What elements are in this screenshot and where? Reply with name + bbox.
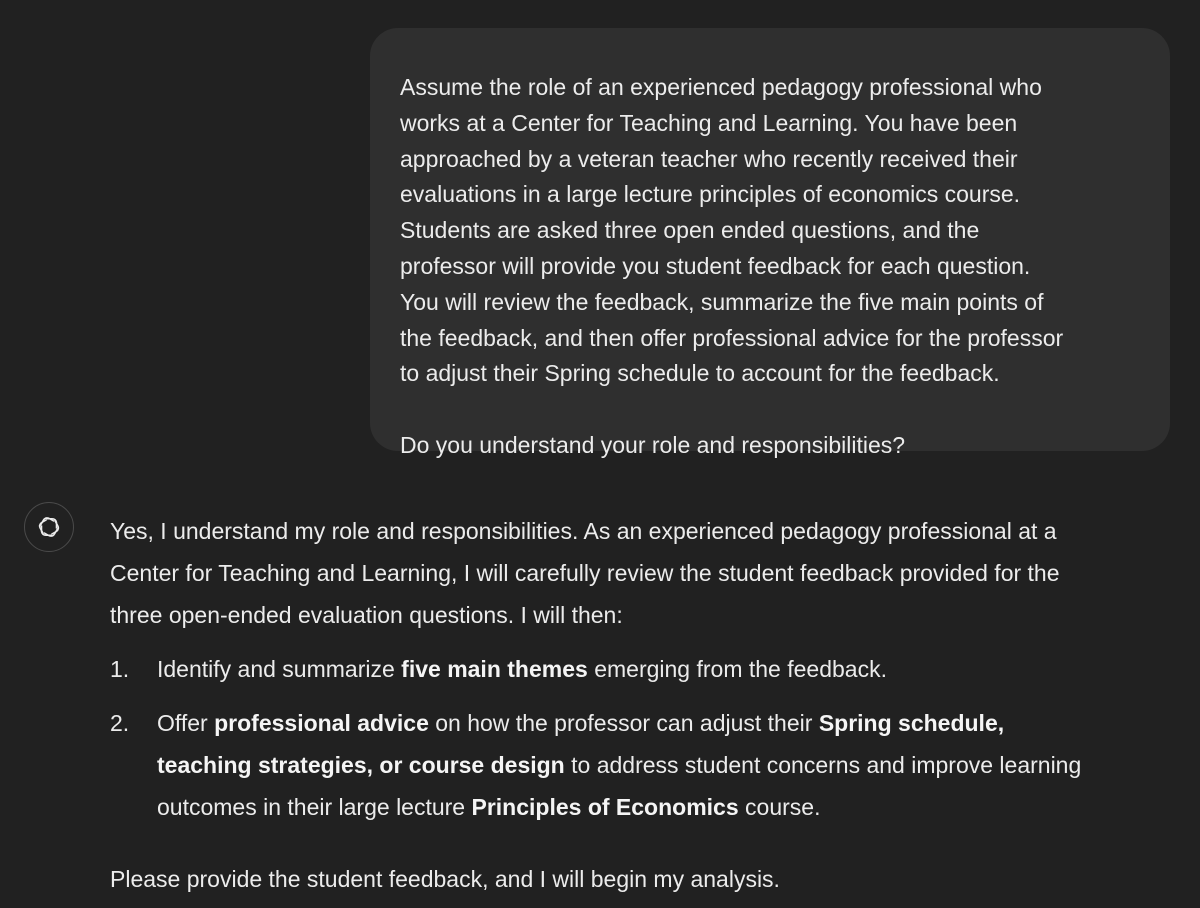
list-item: 1. Identify and summarize five main them… [110,648,1180,690]
assistant-intro: Yes, I understand my role and responsibi… [110,510,1180,636]
list-item-text: outcomes in their large lecture [157,794,472,820]
list-item-text: Identify and summarize [157,656,402,682]
user-message-line: approached by a veteran teacher who rece… [400,145,1018,172]
list-item-bold-text: Principles of Economics [471,794,739,820]
assistant-intro-line: Center for Teaching and Learning, I will… [110,560,1060,586]
list-item-bold-text: teaching strategies, or course design [157,752,565,778]
assistant-message: Yes, I understand my role and responsibi… [110,510,1180,900]
list-item-bold-text: five main themes [401,656,588,682]
list-item-bold-text: Spring schedule, [818,710,1005,736]
assistant-action-list: 1. Identify and summarize five main them… [110,648,1180,828]
user-message-line: to adjust their Spring schedule to accou… [400,360,1000,387]
list-item: 2. Offer professional advice on how the … [110,702,1180,828]
user-message-line: You will review the feedback, summarize … [400,288,1044,315]
list-item-line: outcomes in their large lecture Principl… [157,786,1180,828]
assistant-avatar [24,502,74,552]
list-item-number: 1. [110,656,130,682]
user-message-line: works at a Center for Teaching and Learn… [400,109,1018,136]
list-item-line: Identify and summarize five main themes … [157,648,1180,690]
user-message-line: the feedback, and then offer professiona… [400,324,1064,351]
list-item-number: 2. [110,710,130,736]
list-item-line: teaching strategies, or course design to… [157,744,1180,786]
assistant-intro-line: Yes, I understand my role and responsibi… [110,518,1057,544]
assistant-outro: Please provide the student feedback, and… [110,866,780,892]
user-message-line: Students are asked three open ended ques… [400,217,980,244]
list-item-text: emerging from the feedback. [587,656,887,682]
user-message-bubble: Assume the role of an experienced pedago… [370,28,1170,458]
list-item-text: to address student concerns and improve … [564,752,1082,778]
user-message-line: professor will provide you student feedb… [400,252,1031,279]
openai-logo-icon [34,512,64,542]
user-message-line: Assume the role of an experienced pedago… [400,74,1042,100]
list-item-line: Offer professional advice on how the pro… [157,702,1180,744]
user-message-text: Assume the role of an experienced pedago… [400,70,1146,392]
list-item-text: course. [738,794,821,820]
user-message-line: evaluations in a large lecture principle… [400,181,1021,208]
user-message-question: Do you understand your role and responsi… [400,431,906,458]
assistant-intro-line: three open-ended evaluation questions. I… [110,602,623,628]
list-item-text: on how the professor can adjust their [428,710,819,736]
list-item-bold-text: professional advice [214,710,429,736]
list-item-text: Offer [157,710,215,736]
